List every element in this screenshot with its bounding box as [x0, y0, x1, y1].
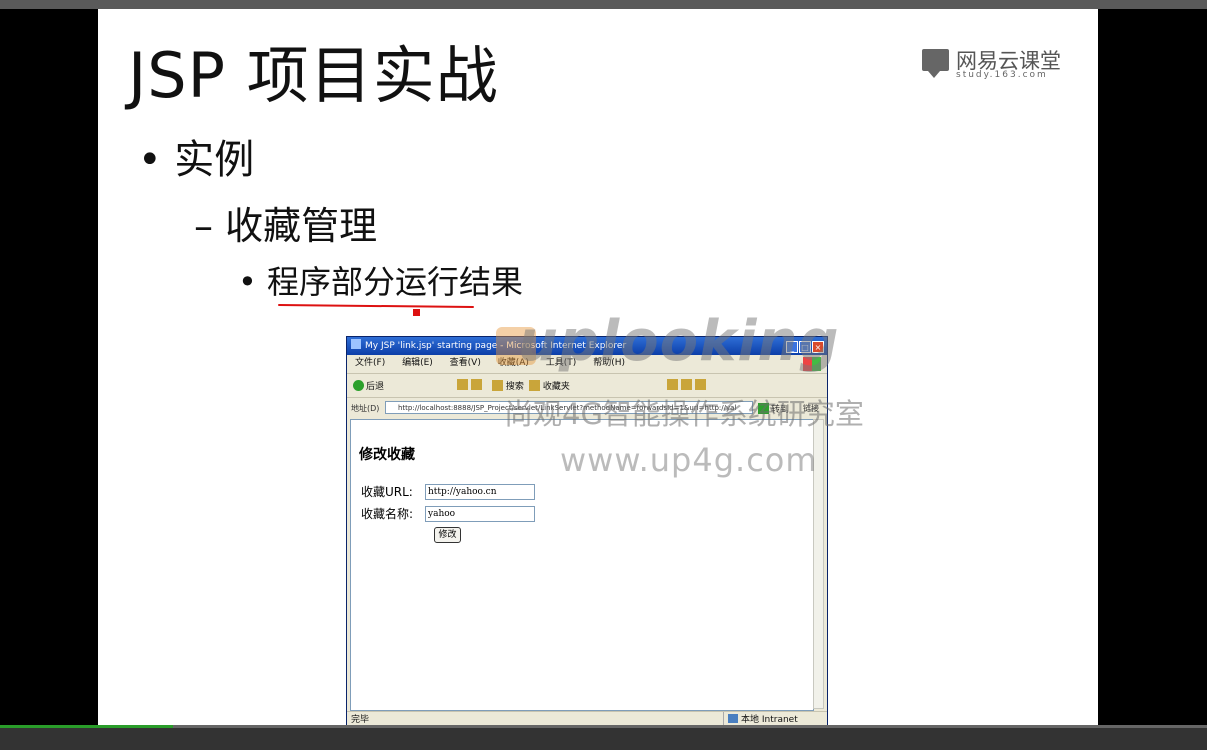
brand-url: study.163.com — [956, 70, 1048, 80]
print-icon[interactable] — [680, 379, 692, 390]
toolbar-extra-icons — [667, 379, 706, 391]
red-underline-annotation — [277, 303, 475, 309]
slide-title: JSP 项目实战 — [128, 39, 499, 112]
menu-file[interactable]: 文件(F) — [355, 358, 385, 368]
home-icon[interactable] — [470, 379, 482, 390]
page-heading: 修改收藏 — [359, 447, 415, 463]
search-icon — [492, 380, 503, 391]
bullet-level2: – 收藏管理 — [194, 204, 378, 248]
video-top-bar — [0, 0, 1207, 9]
url-field[interactable]: http://yahoo.cn — [425, 484, 535, 500]
name-label: 收藏名称: — [361, 507, 414, 521]
address-label: 地址(D) — [351, 404, 380, 413]
ie-page-icon — [351, 339, 361, 349]
slide: JSP 项目实战 网易云课堂 study.163.com • 实例 – 收藏管理… — [98, 9, 1098, 728]
watermark-org: 尚观4G智能操作系统研究室 — [504, 397, 864, 431]
back-arrow-icon — [353, 380, 364, 391]
refresh-icon[interactable] — [457, 379, 468, 390]
bullet-level1: • 实例 — [138, 137, 255, 183]
video-progress-fill — [0, 725, 173, 728]
watermark-brand: uplooking — [518, 309, 840, 374]
menu-edit[interactable]: 编辑(E) — [402, 358, 433, 368]
toolbar-icons — [457, 379, 482, 391]
red-marker — [413, 309, 420, 316]
url-label: 收藏URL: — [361, 485, 413, 499]
star-icon — [529, 380, 540, 391]
netease-cloud-classroom-logo: 网易云课堂 study.163.com — [922, 45, 1072, 85]
intranet-icon — [728, 714, 738, 723]
video-progress-bar[interactable] — [0, 725, 1207, 728]
watermark-site: www.up4g.com — [560, 441, 818, 479]
video-control-bar — [0, 725, 1207, 750]
back-button[interactable]: 后退 — [353, 379, 384, 392]
back-label: 后退 — [366, 382, 385, 392]
name-field[interactable]: yahoo — [425, 506, 535, 522]
mail-icon[interactable] — [667, 379, 678, 390]
book-icon — [922, 49, 949, 78]
edit-icon[interactable] — [694, 379, 706, 390]
bullet-level3: • 程序部分运行结果 — [238, 263, 524, 301]
menu-view[interactable]: 查看(V) — [450, 358, 481, 368]
submit-button[interactable]: 修改 — [434, 527, 461, 543]
zone-label: 本地 Intranet — [741, 715, 798, 725]
